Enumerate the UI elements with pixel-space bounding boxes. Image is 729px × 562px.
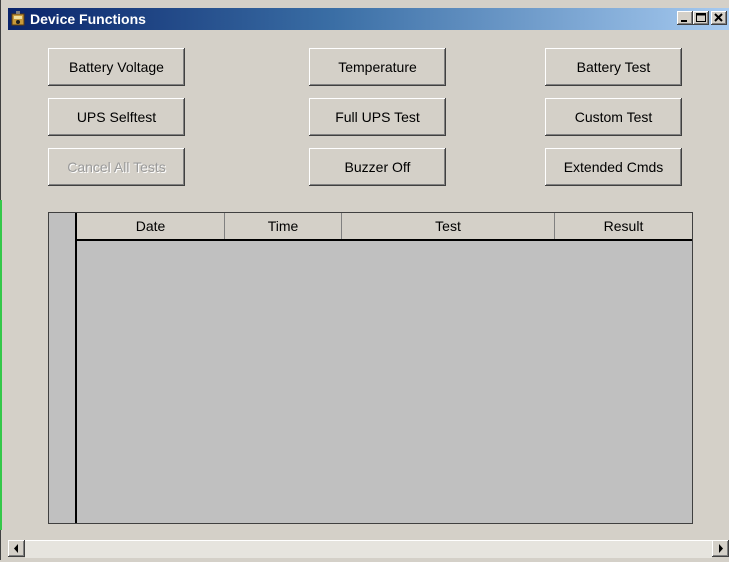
scroll-track[interactable]: [25, 540, 712, 558]
title-bar[interactable]: Device Functions: [8, 8, 729, 30]
column-header-date[interactable]: Date: [77, 213, 225, 239]
row-header-column: [49, 213, 77, 523]
scroll-left-button[interactable]: [8, 540, 25, 557]
full-ups-test-button[interactable]: Full UPS Test: [309, 98, 446, 136]
scroll-right-button[interactable]: [712, 540, 729, 557]
arrow-left-icon: [14, 544, 18, 553]
cancel-all-tests-button: Cancel All Tests: [48, 148, 185, 186]
background-green-strip: [0, 200, 2, 530]
device-functions-window: Device Functions Battery Voltage Tempera…: [8, 8, 729, 560]
minimize-icon: [681, 20, 687, 22]
battery-voltage-button[interactable]: Battery Voltage: [48, 48, 185, 86]
column-header-result[interactable]: Result: [555, 213, 692, 239]
minimize-button[interactable]: [677, 11, 693, 25]
background-left-edge: [0, 0, 8, 560]
column-header-time[interactable]: Time: [225, 213, 342, 239]
arrow-right-icon: [719, 544, 723, 553]
extended-cmds-button[interactable]: Extended Cmds: [545, 148, 682, 186]
horizontal-scrollbar[interactable]: [8, 540, 729, 560]
close-icon: [714, 13, 723, 22]
close-button[interactable]: [711, 11, 727, 25]
battery-test-button[interactable]: Battery Test: [545, 48, 682, 86]
window-title: Device Functions: [30, 11, 146, 27]
grid-header: Date Time Test Result: [77, 213, 692, 241]
results-grid[interactable]: Date Time Test Result: [48, 212, 693, 524]
custom-test-button[interactable]: Custom Test: [545, 98, 682, 136]
maximize-icon: [696, 13, 706, 22]
ups-app-icon[interactable]: [10, 11, 26, 27]
maximize-button[interactable]: [693, 11, 709, 25]
buzzer-off-button[interactable]: Buzzer Off: [309, 148, 446, 186]
temperature-button[interactable]: Temperature: [309, 48, 446, 86]
ups-selftest-button[interactable]: UPS Selftest: [48, 98, 185, 136]
column-header-test[interactable]: Test: [342, 213, 555, 239]
